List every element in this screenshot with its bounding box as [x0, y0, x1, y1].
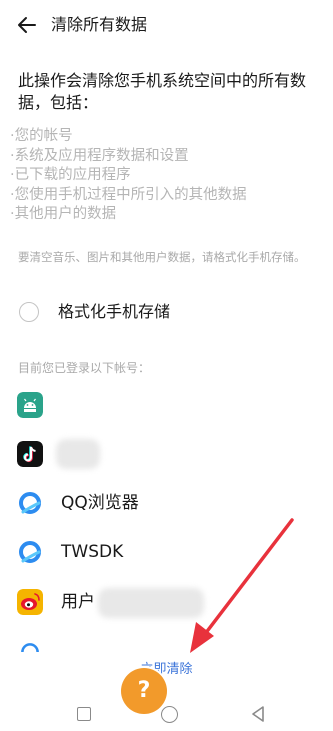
format-hint: 要清空音乐、图片和其他用户数据，请格式化手机存储。 — [18, 250, 306, 264]
recent-apps-icon[interactable] — [77, 707, 91, 721]
weibo-icon — [17, 589, 43, 615]
browser-icon — [21, 643, 39, 652]
home-icon[interactable] — [161, 706, 178, 723]
question-mark-icon: ? — [137, 678, 151, 703]
redacted-name — [56, 439, 100, 469]
accounts-title: 目前您已登录以下帐号： — [18, 361, 151, 375]
help-badge: ? — [121, 668, 167, 714]
android-icon — [17, 392, 43, 418]
account-item-partial — [0, 632, 333, 652]
account-item-weibo: 用户 — [0, 580, 333, 624]
account-item-tiktok — [0, 432, 333, 476]
list-item: ·其他用户的数据 — [10, 206, 117, 222]
format-storage-radio[interactable] — [19, 302, 39, 322]
format-storage-option[interactable]: 格式化手机存储 — [0, 294, 333, 330]
qq-browser-icon — [19, 492, 41, 514]
list-item: ·系统及应用程序数据和设置 — [10, 147, 189, 164]
back-triangle-icon[interactable] — [250, 705, 266, 723]
list-item: ·已下载的应用程序 — [10, 167, 131, 183]
system-nav-bar — [0, 694, 333, 731]
intro-text: 此操作会清除您手机系统空间中的所有数据，包括： — [18, 71, 307, 112]
list-item: ·您的帐号 — [10, 128, 73, 144]
clear-now-button[interactable]: 立即清除 — [0, 661, 333, 679]
account-label: TWSDK — [61, 542, 124, 562]
format-storage-label: 格式化手机存储 — [58, 302, 171, 321]
account-label: 用户 — [61, 592, 95, 612]
twsdk-icon — [19, 541, 41, 563]
page-title: 清除所有数据 — [51, 15, 148, 34]
account-label: QQ浏览器 — [61, 493, 139, 513]
app-header: 清除所有数据 — [0, 0, 333, 50]
redacted-name — [98, 588, 204, 618]
account-item-twsdk: TWSDK — [0, 530, 333, 574]
back-arrow-icon[interactable] — [16, 14, 38, 36]
data-list: ·您的帐号 ·系统及应用程序数据和设置 ·已下载的应用程序 ·您使用手机过程中所… — [10, 127, 325, 225]
tiktok-icon — [17, 441, 43, 467]
account-item-android — [0, 383, 333, 427]
account-item-qq-browser: QQ浏览器 — [0, 481, 333, 525]
list-item: ·您使用手机过程中所引入的其他数据 — [10, 186, 247, 203]
